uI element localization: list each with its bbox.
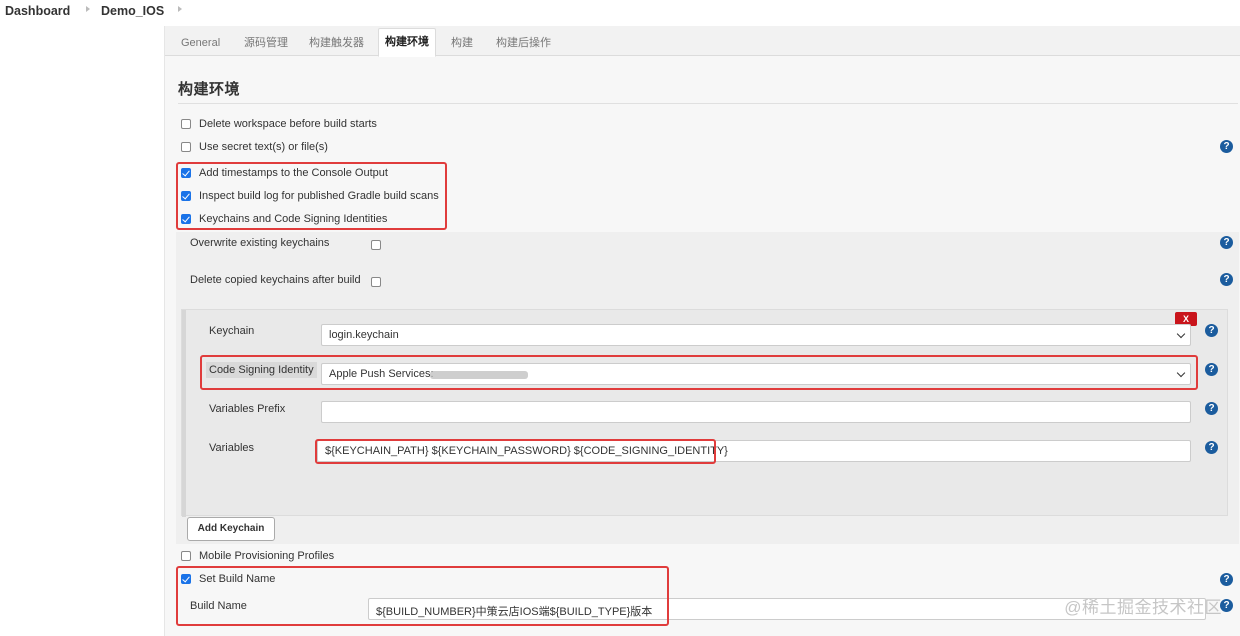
overwrite-keychains-label: Overwrite existing keychains — [190, 237, 330, 249]
add-keychain-button[interactable]: Add Keychain — [187, 517, 275, 541]
signing-identity-value: Apple Push Services: — [329, 368, 434, 380]
delete-keychains-label: Delete copied keychains after build — [190, 274, 361, 286]
help-icon[interactable]: ? — [1205, 363, 1218, 376]
redacted-text — [430, 371, 528, 379]
keychain-entry-handle[interactable] — [182, 310, 186, 517]
checkbox-provisioning-profiles[interactable] — [181, 551, 191, 561]
tab-post-build[interactable]: 构建后操作 — [490, 32, 557, 56]
variables-label: Variables — [209, 442, 255, 454]
tab-triggers[interactable]: 构建触发器 — [303, 32, 370, 56]
option-label: Use secret text(s) or file(s) — [199, 141, 328, 153]
help-icon[interactable]: ? — [1220, 140, 1233, 153]
help-icon[interactable]: ? — [1220, 236, 1233, 249]
help-icon[interactable]: ? — [1205, 441, 1218, 454]
keychain-select[interactable]: login.keychain — [321, 324, 1191, 346]
help-icon[interactable]: ? — [1205, 324, 1218, 337]
checkbox-set-build-name[interactable] — [181, 574, 191, 584]
chevron-down-icon — [1176, 329, 1186, 339]
breadcrumb-menu-icon[interactable] — [178, 6, 182, 12]
breadcrumb-job[interactable]: Demo_IOS — [101, 4, 164, 18]
chevron-down-icon — [1176, 368, 1186, 378]
variables-input[interactable]: ${KEYCHAIN_PATH} ${KEYCHAIN_PASSWORD} ${… — [317, 440, 1191, 462]
tab-scm[interactable]: 源码管理 — [238, 32, 294, 56]
checkbox-gradle-scans[interactable] — [181, 191, 191, 201]
checkbox-delete-workspace[interactable] — [181, 119, 191, 129]
tab-build-environment[interactable]: 构建环境 — [378, 28, 436, 57]
checkbox-secret-text[interactable] — [181, 142, 191, 152]
section-divider — [178, 103, 1238, 104]
checkbox-overwrite-keychains[interactable] — [371, 240, 381, 250]
option-label: Set Build Name — [199, 573, 276, 585]
tab-build[interactable]: 构建 — [445, 32, 479, 56]
help-icon[interactable]: ? — [1220, 573, 1233, 586]
breadcrumb-separator-icon — [86, 6, 90, 12]
signing-identity-label: Code Signing Identity — [206, 362, 317, 378]
keychain-value: login.keychain — [329, 329, 399, 341]
section-title: 构建环境 — [178, 81, 241, 98]
checkbox-delete-keychains[interactable] — [371, 277, 381, 287]
variables-prefix-input[interactable] — [321, 401, 1191, 423]
breadcrumb: Dashboard Demo_IOS — [0, 0, 1240, 26]
help-icon[interactable]: ? — [1205, 402, 1218, 415]
checkbox-timestamps[interactable] — [181, 168, 191, 178]
breadcrumb-dashboard[interactable]: Dashboard — [5, 4, 70, 18]
option-label: Delete workspace before build starts — [199, 118, 377, 130]
watermark: @稀土掘金技术社区 — [1064, 598, 1222, 617]
option-label: Inspect build log for published Gradle b… — [199, 190, 439, 202]
keychain-label: Keychain — [209, 325, 255, 337]
option-label: Keychains and Code Signing Identities — [199, 213, 388, 225]
tab-general[interactable]: General — [175, 32, 226, 56]
option-label: Mobile Provisioning Profiles — [199, 550, 335, 562]
help-icon[interactable]: ? — [1220, 273, 1233, 286]
variables-prefix-label: Variables Prefix — [209, 403, 286, 415]
checkbox-keychains[interactable] — [181, 214, 191, 224]
signing-identity-select[interactable]: Apple Push Services: — [321, 363, 1191, 385]
option-label: Add timestamps to the Console Output — [199, 167, 388, 179]
config-panel: General 源码管理 构建触发器 构建环境 构建 构建后操作 构建环境 De… — [164, 26, 1240, 636]
config-tabbar: General 源码管理 构建触发器 构建环境 构建 构建后操作 — [165, 26, 1240, 57]
build-name-label: Build Name — [190, 600, 247, 612]
